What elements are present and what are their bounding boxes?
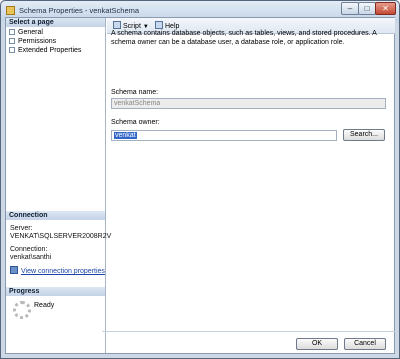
page-item-label: Permissions [18, 38, 57, 45]
close-button[interactable]: ✕ [375, 2, 396, 15]
schema-icon [6, 6, 15, 15]
progress-header: Progress [6, 287, 105, 296]
connection-properties-icon [10, 266, 18, 274]
page-icon [9, 47, 15, 53]
dialog-body: Select a page General Permissions Extend… [5, 17, 395, 354]
select-page-header: Select a page [6, 18, 105, 27]
cancel-button[interactable]: Cancel [344, 338, 386, 350]
page-icon [9, 29, 15, 35]
connection-value: venkat\santhi [10, 254, 52, 261]
window-title: Schema Properties - venkatSchema [19, 6, 140, 15]
page-item-label: Extended Properties [18, 47, 82, 54]
page-item-permissions[interactable]: Permissions [9, 37, 56, 46]
script-icon [113, 21, 121, 29]
schema-name-field: venkatSchema [111, 98, 386, 109]
connection-label: Connection: [10, 246, 48, 253]
progress-spinner-icon [13, 301, 31, 319]
search-button[interactable]: Search... [343, 129, 385, 141]
ok-button[interactable]: OK [296, 338, 338, 350]
dialog-window: Schema Properties - venkatSchema – □ ✕ S… [0, 0, 400, 359]
minimize-button[interactable]: – [341, 2, 359, 15]
left-panel: Select a page General Permissions Extend… [6, 18, 111, 353]
page-item-extended-properties[interactable]: Extended Properties [9, 46, 81, 55]
schema-owner-field[interactable]: venkat [111, 130, 337, 141]
footer-divider [102, 331, 395, 332]
page-item-label: General [18, 29, 43, 36]
page-icon [9, 38, 15, 44]
progress-status: Ready [34, 302, 55, 309]
page-item-general[interactable]: General [9, 28, 43, 37]
server-value: VENKAT\SQLSERVER2008R2V [10, 233, 112, 240]
schema-description: A schema contains database objects, such… [111, 30, 377, 46]
help-icon [155, 21, 163, 29]
connection-header: Connection [6, 211, 105, 220]
server-label: Server: [10, 225, 33, 232]
maximize-button[interactable]: □ [358, 2, 376, 15]
schema-owner-value: venkat [114, 132, 137, 139]
schema-name-label: Schema name: [111, 89, 159, 96]
view-connection-properties-link[interactable]: View connection properties [10, 266, 105, 276]
schema-owner-label: Schema owner: [111, 119, 160, 126]
view-connection-link-label: View connection properties [21, 268, 105, 275]
